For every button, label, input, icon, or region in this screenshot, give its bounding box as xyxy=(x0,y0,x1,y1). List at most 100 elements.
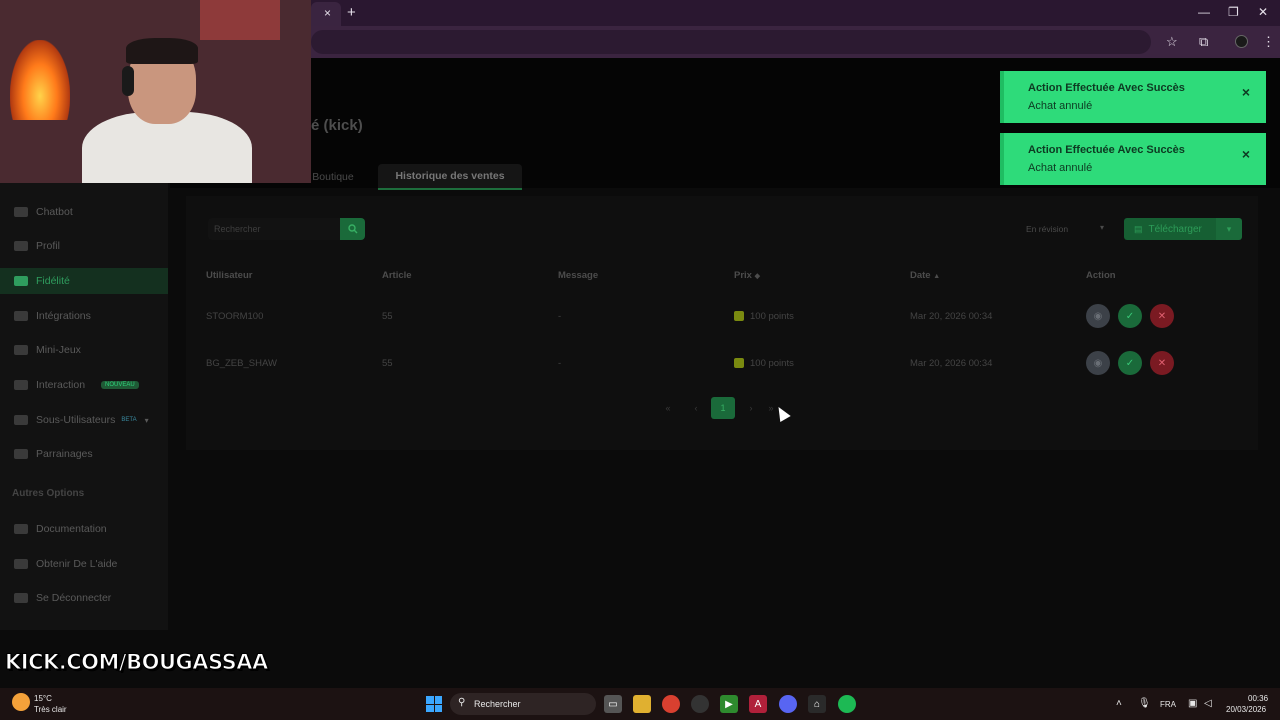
eye-icon: ◉ xyxy=(1093,357,1103,369)
sidebar-item-documentation[interactable]: Documentation xyxy=(0,516,168,542)
sidebar-item-mini-jeux[interactable]: Mini-Jeux xyxy=(0,337,168,363)
sidebar-item-label: Se Déconnecter xyxy=(36,592,112,604)
approve-button[interactable]: ✓ xyxy=(1118,351,1142,375)
search-icon: ⚲ xyxy=(458,697,466,708)
toast-close-icon[interactable]: × xyxy=(1242,146,1250,162)
sidebar-section-title: Autres Options xyxy=(12,488,85,499)
cell-date: Mar 20, 2026 00:34 xyxy=(910,311,993,322)
network-icon[interactable]: ▣ xyxy=(1188,698,1197,709)
window-close-icon[interactable]: ✕ xyxy=(1258,5,1268,19)
sidebar-item-aide[interactable]: Obtenir De L'aide xyxy=(0,551,168,577)
task-view-icon[interactable]: ▭ xyxy=(604,695,622,713)
column-header-article[interactable]: Article xyxy=(382,270,412,281)
column-header-message[interactable]: Message xyxy=(558,270,598,281)
toast-title: Action Effectuée Avec Succès xyxy=(1028,144,1185,156)
view-button[interactable]: ◉ xyxy=(1086,304,1110,328)
language-indicator[interactable]: FRA xyxy=(1160,700,1176,709)
sidebar-item-interaction[interactable]: Interaction NOUVEAU xyxy=(0,372,168,398)
bookmark-star-icon[interactable]: ☆ xyxy=(1166,34,1178,50)
close-icon: ✕ xyxy=(1157,357,1167,369)
docs-icon xyxy=(14,524,28,534)
sidebar-item-sous-utilisateurs[interactable]: Sous-Utilisateurs BETA ▾ xyxy=(0,407,168,433)
success-toast: Action Effectuée Avec Succès Achat annul… xyxy=(1000,71,1266,123)
pagination-first[interactable]: « xyxy=(660,397,676,419)
reject-button[interactable]: ✕ xyxy=(1150,304,1174,328)
sidebar-item-label: Interaction xyxy=(36,379,86,391)
webcam-overlay xyxy=(0,0,311,183)
taskbar-search[interactable]: ⚲ Rechercher xyxy=(450,693,596,715)
sidebar-item-fidelite[interactable]: Fidélité xyxy=(0,268,168,294)
status-filter-select[interactable]: En révision ▾ xyxy=(1018,218,1110,240)
windows-start-button[interactable] xyxy=(426,696,442,712)
browser-menu-icon[interactable]: ⋮ xyxy=(1262,34,1275,50)
volume-icon[interactable]: ◁ xyxy=(1204,698,1212,709)
sidebar-item-chatbot[interactable]: Chatbot xyxy=(0,199,168,225)
pagination-page-current[interactable]: 1 xyxy=(711,397,735,419)
chevron-down-icon: ▾ xyxy=(1099,223,1104,232)
sort-asc-icon: ▲ xyxy=(933,273,941,280)
fireplace-image xyxy=(10,40,70,120)
clock-date[interactable]: 20/03/2026 xyxy=(1226,705,1266,714)
tab-close-icon[interactable]: × xyxy=(324,6,331,20)
tray-chevron-icon[interactable]: ˄ xyxy=(1116,698,1122,709)
taskbar-search-label: Rechercher xyxy=(474,699,521,709)
sidebar-item-integrations[interactable]: Intégrations xyxy=(0,303,168,329)
search-input[interactable] xyxy=(208,218,340,240)
headset-icon xyxy=(122,66,134,96)
sidebar-item-deconnecter[interactable]: Se Déconnecter xyxy=(0,585,168,611)
tab-historique-ventes[interactable]: Historique des ventes xyxy=(378,164,522,190)
discord-icon[interactable] xyxy=(779,695,797,713)
adobe-icon[interactable]: A xyxy=(749,695,767,713)
app-launcher-icon[interactable]: ▶ xyxy=(720,695,738,713)
toast-close-icon[interactable]: × xyxy=(1242,84,1250,100)
toast-message: Achat annulé xyxy=(1028,162,1093,174)
clock-time[interactable]: 00:36 xyxy=(1248,694,1268,703)
pagination-prev[interactable]: ‹ xyxy=(688,397,704,419)
points-icon xyxy=(734,311,744,322)
column-header-prix[interactable]: Prix ◆ xyxy=(734,270,760,281)
sidebar-item-profil[interactable]: Profil xyxy=(0,233,168,259)
eye-icon: ◉ xyxy=(1093,310,1103,322)
column-header-date[interactable]: Date ▲ xyxy=(910,270,940,281)
cell-price: 100 points xyxy=(734,358,794,369)
view-button[interactable]: ◉ xyxy=(1086,351,1110,375)
check-icon: ✓ xyxy=(1125,357,1135,369)
pagination-next[interactable]: › xyxy=(743,397,759,419)
success-toast: Action Effectuée Avec Succès Achat annul… xyxy=(1000,133,1266,185)
download-options-button[interactable]: ▾ xyxy=(1216,218,1242,240)
search-button[interactable] xyxy=(340,218,365,240)
new-tab-icon[interactable]: + xyxy=(347,4,356,21)
new-badge: NOUVEAU xyxy=(101,381,139,389)
restore-icon[interactable]: ❐ xyxy=(1228,5,1239,19)
microphone-icon[interactable]: 🎙 xyxy=(1138,698,1151,709)
sidebar-item-label: Fidélité xyxy=(36,275,70,287)
price-value: 100 points xyxy=(750,358,794,369)
download-button[interactable]: ▤ Télécharger xyxy=(1124,218,1216,240)
cell-article: 55 xyxy=(382,358,393,369)
extensions-icon[interactable]: ⧉ xyxy=(1199,34,1208,50)
address-bar[interactable] xyxy=(311,30,1151,54)
sidebar-item-parrainages[interactable]: Parrainages xyxy=(0,441,168,467)
search-icon xyxy=(347,224,357,234)
profile-avatar[interactable] xyxy=(1235,35,1248,48)
cell-price: 100 points xyxy=(734,311,794,322)
logout-icon xyxy=(14,593,28,603)
column-header-action: Action xyxy=(1086,270,1116,281)
chrome-icon[interactable] xyxy=(662,695,680,713)
approve-button[interactable]: ✓ xyxy=(1118,304,1142,328)
column-header-utilisateur[interactable]: Utilisateur xyxy=(206,270,252,281)
sidebar-item-label: Parrainages xyxy=(36,448,93,460)
sidebar-item-label: Profil xyxy=(36,240,60,252)
file-explorer-icon[interactable] xyxy=(633,695,651,713)
beta-badge: BETA xyxy=(121,417,137,423)
chatbot-icon xyxy=(14,207,28,217)
reject-button[interactable]: ✕ xyxy=(1150,351,1174,375)
obs-icon[interactable] xyxy=(691,695,709,713)
app-icon[interactable]: ⌂ xyxy=(808,695,826,713)
spotify-icon[interactable] xyxy=(838,695,856,713)
sidebar-item-label: Chatbot xyxy=(36,206,73,218)
weather-icon[interactable] xyxy=(12,693,30,711)
chevron-down-icon[interactable]: ▾ xyxy=(145,416,149,425)
cell-user: STOORM100 xyxy=(206,311,264,322)
minimize-icon[interactable]: — xyxy=(1198,5,1210,19)
